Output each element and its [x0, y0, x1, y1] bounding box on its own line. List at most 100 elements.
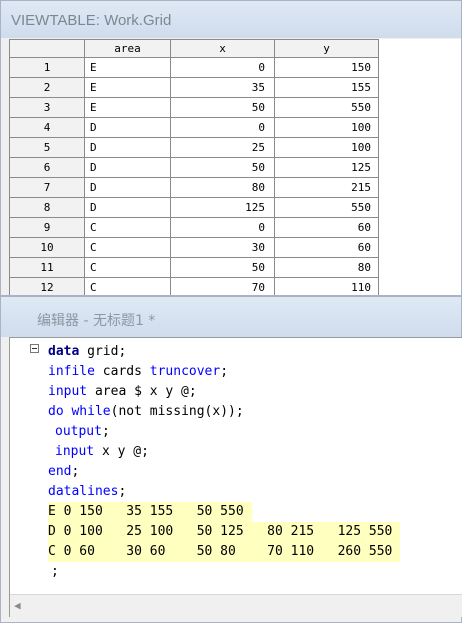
row-number[interactable]: 8 — [9, 197, 85, 218]
statement-keyword: end — [48, 464, 72, 479]
column-header-y[interactable]: y — [274, 39, 379, 58]
code-line: input x y @; — [55, 442, 149, 462]
grid-table: area x y 1 E 0 150 2 E 35 155 3 E 50 550 4 D 0 100 5 D 25 1… — [9, 39, 379, 295]
row-number[interactable]: 12 — [9, 277, 85, 295]
code-text: x y @; — [94, 444, 149, 459]
cell-x[interactable]: 70 — [170, 277, 275, 295]
table-row[interactable]: 7 D 80 215 — [9, 177, 379, 198]
cell-y[interactable]: 550 — [274, 97, 379, 118]
code-line: ; — [51, 564, 59, 579]
cell-area[interactable]: D — [84, 197, 171, 218]
cell-area[interactable]: D — [84, 117, 171, 138]
table-row[interactable]: 1 E 0 150 — [9, 57, 379, 78]
cell-area[interactable]: C — [84, 257, 171, 278]
table-row[interactable]: 12 C 70 110 — [9, 277, 379, 295]
keyword: data — [48, 344, 80, 359]
cell-x[interactable]: 50 — [170, 257, 275, 278]
cell-x[interactable]: 50 — [170, 157, 275, 178]
cell-area[interactable]: E — [84, 57, 171, 78]
cell-x[interactable]: 30 — [170, 237, 275, 258]
row-number[interactable]: 9 — [9, 217, 85, 238]
dataline: E 0 150 35 155 50 550 — [48, 502, 252, 522]
cell-y[interactable]: 60 — [274, 217, 379, 238]
row-number[interactable]: 1 — [9, 57, 85, 78]
collapse-toggle[interactable] — [30, 344, 39, 353]
table-row[interactable]: 9 C 0 60 — [9, 217, 379, 238]
cell-area[interactable]: C — [84, 217, 171, 238]
horizontal-scrollbar[interactable]: ◀ — [10, 594, 462, 617]
table-row[interactable]: 2 E 35 155 — [9, 77, 379, 98]
code-line: end; — [48, 462, 79, 482]
column-header-x[interactable]: x — [170, 39, 275, 58]
dataline: C 0 60 30 60 50 80 70 110 260 550 — [48, 542, 400, 562]
statement-keyword: output — [55, 424, 102, 439]
viewtable-title: VIEWTABLE: Work.Grid — [1, 1, 461, 38]
cell-x[interactable]: 80 — [170, 177, 275, 198]
cell-x[interactable]: 0 — [170, 217, 275, 238]
cell-y[interactable]: 100 — [274, 137, 379, 158]
row-number-header — [9, 39, 85, 58]
cell-area[interactable]: D — [84, 157, 171, 178]
code-editor[interactable]: data grid; infile cards truncover; input… — [9, 337, 462, 617]
row-number[interactable]: 3 — [9, 97, 85, 118]
cell-y[interactable]: 110 — [274, 277, 379, 295]
code-text: grid; — [79, 344, 127, 359]
code-text: ; — [118, 484, 127, 499]
table-row[interactable]: 8 D 125 550 — [9, 197, 379, 218]
table-row[interactable]: 6 D 50 125 — [9, 157, 379, 178]
option-keyword: truncover — [149, 364, 221, 379]
cell-area[interactable]: C — [84, 237, 171, 258]
cell-x[interactable]: 25 — [170, 137, 275, 158]
row-number[interactable]: 7 — [9, 177, 85, 198]
table-row[interactable]: 3 E 50 550 — [9, 97, 379, 118]
cell-area[interactable]: E — [84, 97, 171, 118]
cell-y[interactable]: 215 — [274, 177, 379, 198]
code-text: ; — [220, 364, 229, 379]
row-number[interactable]: 11 — [9, 257, 85, 278]
editor-title: 编辑器 - 无标题1 * — [1, 297, 461, 337]
code-text: ; — [101, 424, 110, 439]
cell-y[interactable]: 125 — [274, 157, 379, 178]
cell-area[interactable]: D — [84, 177, 171, 198]
cell-area[interactable]: C — [84, 277, 171, 295]
statement-keyword: infile — [48, 364, 95, 379]
scroll-left-icon[interactable]: ◀ — [14, 599, 21, 612]
cell-x[interactable]: 0 — [170, 57, 275, 78]
code-line: do while(not missing(x)); — [48, 402, 244, 422]
cell-y[interactable]: 155 — [274, 77, 379, 98]
cell-y[interactable]: 550 — [274, 197, 379, 218]
cell-area[interactable]: E — [84, 77, 171, 98]
code-text: ; — [71, 464, 80, 479]
row-number[interactable]: 10 — [9, 237, 85, 258]
code-text: (not missing(x)); — [110, 404, 244, 419]
cell-y[interactable]: 60 — [274, 237, 379, 258]
table-row[interactable]: 11 C 50 80 — [9, 257, 379, 278]
table-row[interactable]: 10 C 30 60 — [9, 237, 379, 258]
cell-y[interactable]: 80 — [274, 257, 379, 278]
grid-body: 1 E 0 150 2 E 35 155 3 E 50 550 4 D 0 100 5 D 25 100 6 D 50 125… — [9, 57, 379, 295]
row-number[interactable]: 5 — [9, 137, 85, 158]
cell-x[interactable]: 0 — [170, 117, 275, 138]
table-row[interactable]: 4 D 0 100 — [9, 117, 379, 138]
editor-window: 编辑器 - 无标题1 * data grid; infile cards tru… — [0, 296, 462, 623]
code-line: output; — [55, 422, 110, 442]
statement-keyword: datalines — [48, 484, 119, 499]
code-line: input area $ x y @; — [48, 382, 197, 402]
row-number[interactable]: 2 — [9, 77, 85, 98]
code-text: cards — [94, 364, 150, 379]
code-line: data grid; — [48, 342, 126, 362]
cell-y[interactable]: 150 — [274, 57, 379, 78]
column-header-area[interactable]: area — [84, 39, 171, 58]
code-text: area $ x y @; — [87, 384, 197, 399]
cell-y[interactable]: 100 — [274, 117, 379, 138]
cell-x[interactable]: 125 — [170, 197, 275, 218]
header-row: area x y — [9, 39, 379, 58]
cell-x[interactable]: 35 — [170, 77, 275, 98]
cell-x[interactable]: 50 — [170, 97, 275, 118]
cell-area[interactable]: D — [84, 137, 171, 158]
row-number[interactable]: 4 — [9, 117, 85, 138]
code-line: datalines; — [48, 482, 126, 502]
row-number[interactable]: 6 — [9, 157, 85, 178]
table-row[interactable]: 5 D 25 100 — [9, 137, 379, 158]
dataline: D 0 100 25 100 50 125 80 215 125 550 — [48, 522, 400, 542]
